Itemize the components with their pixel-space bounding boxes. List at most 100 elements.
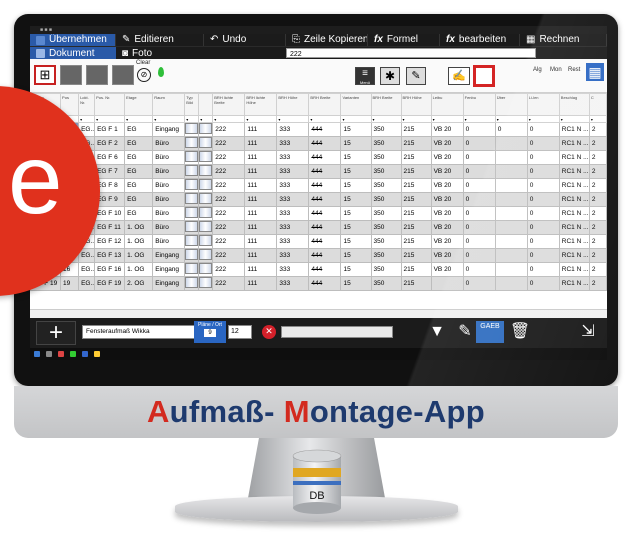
table-cell[interactable]: 0	[462, 248, 496, 263]
edit-doc-icon[interactable]: ✎	[406, 67, 426, 85]
plans-button[interactable]: Pläne / Ort 9	[194, 321, 226, 343]
grid-apps-icon[interactable]: ▦	[586, 63, 604, 81]
table-cell[interactable]: VB 20	[430, 164, 464, 179]
table-cell[interactable]: 15	[340, 262, 372, 277]
table-cell[interactable]: RC1 N ...	[558, 262, 590, 277]
table-cell[interactable]: VB 20	[430, 150, 464, 165]
table-cell[interactable]: Büro	[152, 164, 186, 179]
table-cell[interactable]: 0	[462, 234, 496, 249]
table-cell[interactable]: 2	[588, 276, 607, 291]
table-cell[interactable]: Eingang	[152, 248, 186, 263]
table-cell[interactable]: EG F 10	[94, 206, 126, 221]
column-header[interactable]: BRH Breite	[370, 93, 402, 116]
table-cell[interactable]: 215	[400, 178, 432, 193]
table-cell[interactable]: 111	[244, 248, 278, 263]
table-cell[interactable]: 222	[212, 234, 246, 249]
table-cell[interactable]: 0	[526, 150, 560, 165]
table-cell[interactable]: 15	[340, 136, 372, 151]
table-cell[interactable]: 350	[370, 150, 402, 165]
column-header[interactable]: Lokt. Nr.	[78, 93, 96, 116]
table-cell[interactable]: 215	[400, 248, 432, 263]
table-cell[interactable]: 222	[212, 206, 246, 221]
table-cell[interactable]: 15	[340, 206, 372, 221]
table-cell[interactable]: 333	[276, 220, 310, 235]
window-frame-button[interactable]	[473, 65, 495, 87]
table-row[interactable]: EG F 22EG...EG F 2EGBüro2221113334441535…	[30, 136, 607, 151]
column-filter[interactable]: ▾	[558, 115, 590, 123]
table-cell[interactable]: 2	[588, 234, 607, 249]
table-cell[interactable]	[198, 234, 214, 249]
table-cell[interactable]: Eingang	[152, 122, 186, 137]
table-cell[interactable]: VB 20	[430, 248, 464, 263]
column-filter[interactable]: ▾	[400, 115, 432, 123]
table-cell[interactable]: EG	[124, 178, 154, 193]
table-row[interactable]: EG...EG F 10EGBüro22211133344415350215VB…	[30, 206, 607, 221]
table-cell[interactable]: 222	[212, 122, 246, 137]
column-header[interactable]: Raum	[152, 93, 186, 116]
table-cell[interactable]: 444	[308, 192, 342, 207]
table-cell[interactable]: EG...	[78, 262, 96, 277]
column-header[interactable]: BRH Höhe	[400, 93, 432, 116]
table-cell[interactable]: EG	[124, 192, 154, 207]
table-cell[interactable]	[494, 136, 528, 151]
table-cell[interactable]: 2	[588, 206, 607, 221]
table-cell[interactable]	[198, 206, 214, 221]
table-row[interactable]: EG F 1616EG...EG F 161. OGEingang2221113…	[30, 262, 607, 277]
table-cell[interactable]: VB 20	[430, 234, 464, 249]
table-cell[interactable]: 111	[244, 178, 278, 193]
table-cell[interactable]: 444	[308, 206, 342, 221]
table-cell[interactable]	[198, 192, 214, 207]
table-cell[interactable]	[494, 276, 528, 291]
table-cell[interactable]: 350	[370, 164, 402, 179]
table-cell[interactable]: 333	[276, 206, 310, 221]
table-cell[interactable]: EG F 16	[94, 262, 126, 277]
table-cell[interactable]: 215	[400, 192, 432, 207]
table-cell[interactable]: RC1 N ...	[558, 150, 590, 165]
table-cell[interactable]: 350	[370, 192, 402, 207]
table-cell[interactable]	[184, 164, 200, 179]
table-cell[interactable]: 333	[276, 262, 310, 277]
table-cell[interactable]: 0	[526, 164, 560, 179]
filter-icon[interactable]: ▼	[425, 321, 449, 343]
table-cell[interactable]: 350	[370, 178, 402, 193]
taskbar-app-icon[interactable]	[82, 351, 88, 357]
table-row[interactable]: EG F 7 EG Büro 222 111 333 444 15 350 215 VB 20 0 0 R…	[30, 164, 607, 179]
table-cell[interactable]: 350	[370, 136, 402, 151]
start-icon[interactable]	[34, 351, 40, 357]
number-field[interactable]: 12	[228, 325, 252, 339]
table-cell[interactable]: 444	[308, 262, 342, 277]
table-cell[interactable]: 0	[462, 262, 496, 277]
table-cell[interactable]: 2. OG	[124, 276, 154, 291]
table-cell[interactable]: 1. OG	[124, 262, 154, 277]
table-cell[interactable]: 350	[370, 276, 402, 291]
table-cell[interactable]: EG	[124, 122, 154, 137]
table-cell[interactable]: 215	[400, 276, 432, 291]
column-filter[interactable]: ▾	[212, 115, 246, 123]
table-cell[interactable]	[184, 220, 200, 235]
column-filter[interactable]: ▾	[184, 115, 200, 123]
table-cell[interactable]	[494, 178, 528, 193]
table-cell[interactable]: 111	[244, 262, 278, 277]
table-cell[interactable]: 0	[526, 248, 560, 263]
table-cell[interactable]: 333	[276, 234, 310, 249]
table-cell[interactable]: 333	[276, 136, 310, 151]
table-cell[interactable]: 333	[276, 192, 310, 207]
table-cell[interactable]: 2	[588, 192, 607, 207]
table-cell[interactable]: 111	[244, 150, 278, 165]
table-cell[interactable]: EG F 12	[94, 234, 126, 249]
sign-icon[interactable]: ✎	[453, 321, 477, 343]
column-header[interactable]: Typ Bild	[184, 93, 200, 116]
table-cell[interactable]	[198, 150, 214, 165]
column-header[interactable]: Über	[494, 93, 528, 116]
table-cell[interactable]: 0	[462, 164, 496, 179]
table-cell[interactable]: Büro	[152, 136, 186, 151]
table-cell[interactable]: 0	[526, 276, 560, 291]
table-cell[interactable]: 2	[588, 150, 607, 165]
table-row[interactable]: 11EG...EG F 111. OGBüro22211133344415350…	[30, 220, 607, 235]
table-cell[interactable]: 0	[462, 220, 496, 235]
layout-button-4[interactable]	[112, 65, 134, 85]
puzzle-icon[interactable]: ✱	[380, 67, 400, 85]
table-cell[interactable]: 333	[276, 150, 310, 165]
table-cell[interactable]: RC1 N ...	[558, 178, 590, 193]
table-cell[interactable]: 0	[462, 136, 496, 151]
